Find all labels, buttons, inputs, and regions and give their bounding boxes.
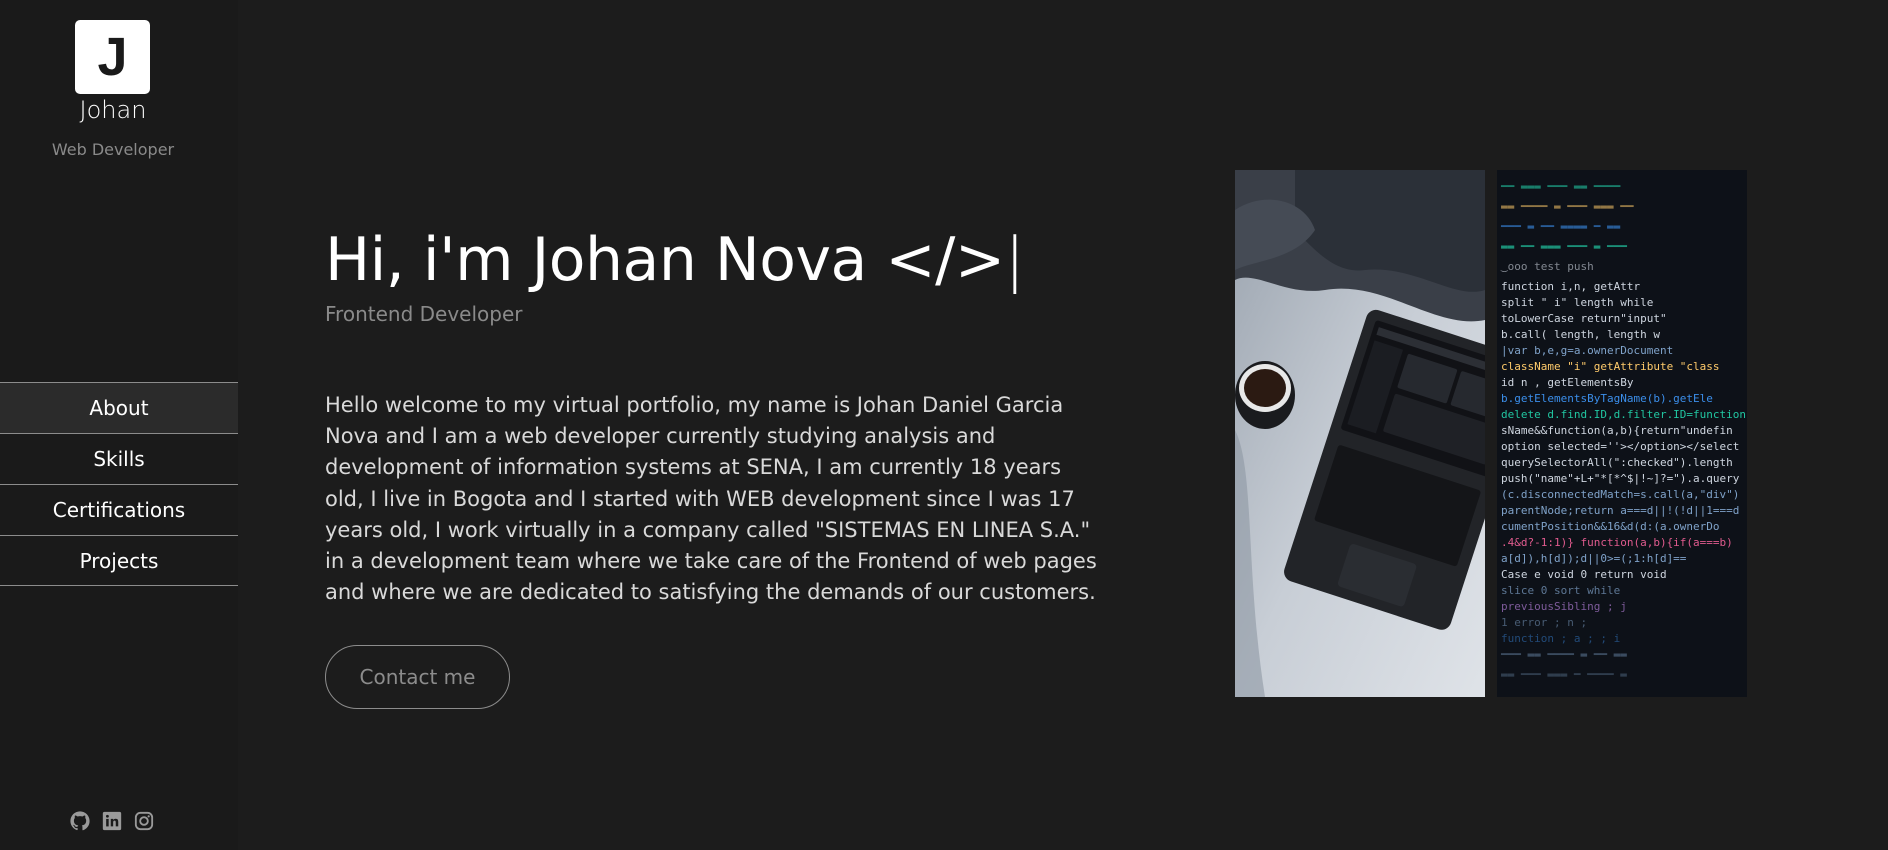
svg-text:a[d]),h[d]);d||0>=(;1:h[d]==: a[d]),h[d]);d||0>=(;1:h[d]== [1501, 552, 1687, 565]
svg-text:sName&&function(a,b){return"un: sName&&function(a,b){return"undefin [1501, 424, 1733, 437]
linkedin-icon[interactable] [102, 811, 122, 831]
svg-text:push("name"+L+"*[*^$|!~]?=").a: push("name"+L+"*[*^$|!~]?=").a.query [1501, 472, 1740, 485]
hero-subtitle: Frontend Developer [325, 302, 523, 326]
logo[interactable]: J [75, 20, 150, 94]
svg-text:━━ ▬▬▬ ━━━ ▬▬ ━━━━: ━━ ▬▬▬ ━━━ ▬▬ ━━━━ [1500, 180, 1621, 193]
brand-role: Web Developer [51, 140, 175, 159]
svg-text:▬▬ ━━━━ ▬ ━━━ ▬▬▬ ━━: ▬▬ ━━━━ ▬ ━━━ ▬▬▬ ━━ [1501, 200, 1634, 213]
nav-item-skills[interactable]: Skills [0, 433, 238, 484]
social-links [70, 811, 154, 831]
svg-text:querySelectorAll(":checked").l: querySelectorAll(":checked").length [1501, 456, 1733, 469]
github-icon[interactable] [70, 811, 90, 831]
svg-text:▬▬ ━━ ▬▬▬ ━━━ ▬ ━━━: ▬▬ ━━ ▬▬▬ ━━━ ▬ ━━━ [1501, 240, 1627, 253]
svg-text:Case e void 0 return: Case e void 0 return void [1501, 568, 1667, 581]
svg-text:split " i" length while: split " i" length while [1501, 296, 1653, 309]
svg-text:slice 0 sort while: slice 0 sort while [1501, 584, 1620, 597]
svg-text:|var b,e,g=a.ownerDocument: |var b,e,g=a.ownerDocument [1501, 344, 1673, 357]
svg-text:(c.disconnectedMatch=s.call(a,: (c.disconnectedMatch=s.call(a,"div") [1501, 488, 1739, 501]
code-photo: ━━ ▬▬▬ ━━━ ▬▬ ━━━━ ▬▬ ━━━━ ▬ ━━━ ▬▬▬ ━━ … [1497, 170, 1747, 697]
nav-item-certifications[interactable]: Certifications [0, 484, 238, 535]
hero-title-text: Hi, i'm Johan Nova </> [325, 225, 1005, 295]
svg-text:▬▬ ━━━ ▬▬▬ ━ ━━━━ ▬: ▬▬ ━━━ ▬▬▬ ━ ━━━━ ▬ [1501, 668, 1627, 681]
nav-item-projects[interactable]: Projects [0, 535, 238, 586]
svg-text:id n , getElementsBy: id n , getElementsBy [1501, 376, 1634, 389]
brand-name: Johan [79, 96, 147, 124]
bio-paragraph: Hello welcome to my virtual portfolio, m… [325, 393, 1097, 605]
svg-text:‿ooo test push: ‿ooo test push [1500, 260, 1594, 273]
typing-cursor: | [1004, 225, 1025, 295]
svg-text:1 error ; n ;: 1 error ; n ; [1501, 616, 1587, 629]
svg-text:b.getElementsByTagName(b).getE: b.getElementsByTagName(b).getEle [1501, 392, 1713, 405]
svg-text:function i,n, getAttr: function i,n, getAttr [1501, 280, 1640, 293]
svg-text:cumentPosition&&16&d(d:(a.owne: cumentPosition&&16&d(d:(a.ownerDo [1501, 520, 1720, 533]
laptop-photo [1235, 170, 1485, 697]
svg-text:option selected=''></option></: option selected=''></option></select [1501, 440, 1739, 453]
svg-text:previousSibling ; j: previousSibling ; j [1501, 600, 1627, 613]
svg-text:parentNode;return a===d||!(!d|: parentNode;return a===d||!(!d||1===d [1501, 504, 1739, 517]
svg-text:className "i" getAttribute "cl: className "i" getAttribute "class [1501, 360, 1720, 373]
svg-text:.4&d?-1:1)} function(a,b){if(a: .4&d?-1:1)} function(a,b){if(a===b) [1501, 536, 1733, 549]
svg-text:toLowerCase return"input": toLowerCase return"input" [1501, 312, 1667, 325]
svg-text:━━━ ▬ ━━ ▬▬▬▬ ━ ▬▬: ━━━ ▬ ━━ ▬▬▬▬ ━ ▬▬ [1500, 220, 1621, 233]
instagram-icon[interactable] [134, 811, 154, 831]
svg-text:delete d.find.ID,d.filter.ID=f: delete d.find.ID,d.filter.ID=function [1501, 408, 1746, 421]
sidebar-nav: About Skills Certifications Projects [0, 382, 238, 586]
nav-item-about[interactable]: About [0, 382, 238, 433]
svg-text:b.call( length, length w: b.call( length, length w [1501, 328, 1660, 341]
svg-text:function ; a ; ; i: function ; a ; ; i [1501, 632, 1620, 645]
sidebar: J Johan Web Developer About Skills Certi… [0, 0, 238, 850]
svg-text:━━━ ▬▬ ━━━━ ▬ ━━ ▬▬: ━━━ ▬▬ ━━━━ ▬ ━━ ▬▬ [1500, 648, 1627, 661]
hero-title: Hi, i'm Johan Nova </>| [325, 225, 1025, 295]
contact-button[interactable]: Contact me [325, 645, 510, 709]
